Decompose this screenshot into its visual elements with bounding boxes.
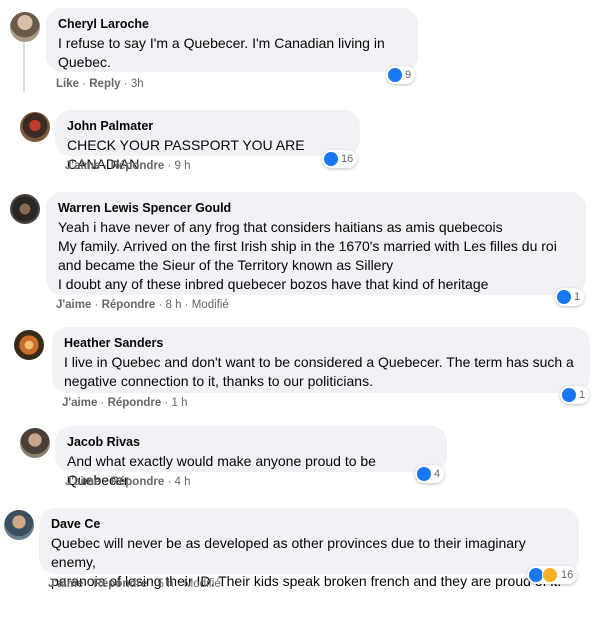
- reply-button[interactable]: Reply: [89, 78, 120, 90]
- comment-bubble: John Palmater CHECK YOUR PASSPORT YOU AR…: [55, 110, 360, 172]
- commenter-name[interactable]: Jacob Rivas: [67, 434, 435, 450]
- comment-actions: J'aime · Répondre · 9 h: [65, 160, 191, 172]
- reaction-summary[interactable]: 16: [527, 566, 578, 584]
- timestamp[interactable]: 5 h: [157, 578, 173, 590]
- reply-button[interactable]: Répondre: [102, 299, 156, 311]
- comment-actions: Like · Reply · 3h: [56, 78, 144, 90]
- like-button[interactable]: J'aime: [48, 578, 83, 590]
- commenter-name[interactable]: Dave Ce: [51, 516, 567, 532]
- edited-label[interactable]: Modifié: [192, 299, 229, 311]
- comment-text: I refuse to say I'm a Quebecer. I'm Cana…: [58, 35, 385, 70]
- comment-actions: J'aime · Répondre · 8 h · Modifié: [56, 299, 229, 311]
- comment-bubble: Jacob Rivas And what exactly would make …: [55, 426, 447, 488]
- reply-button[interactable]: Répondre: [108, 397, 162, 409]
- like-icon: [557, 290, 571, 304]
- comment-text: I live in Quebec and don't want to be co…: [64, 354, 574, 389]
- commenter-name[interactable]: John Palmater: [67, 118, 348, 134]
- reaction-summary[interactable]: 1: [560, 386, 590, 404]
- comment-bubble: Heather Sanders I live in Quebec and don…: [52, 327, 590, 393]
- like-button[interactable]: J'aime: [62, 397, 97, 409]
- timestamp[interactable]: 8 h: [165, 299, 181, 311]
- reply-button[interactable]: Répondre: [111, 476, 165, 488]
- like-button[interactable]: J'aime: [65, 160, 100, 172]
- reaction-summary[interactable]: 4: [415, 465, 445, 483]
- comment-bubble: Warren Lewis Spencer Gould Yeah i have n…: [46, 192, 586, 295]
- comment-bubble: Cheryl Laroche I refuse to say I'm a Que…: [46, 8, 418, 72]
- timestamp[interactable]: 9 h: [174, 160, 190, 172]
- like-button[interactable]: Like: [56, 78, 79, 90]
- reaction-summary[interactable]: 1: [555, 288, 585, 306]
- thread-line: [23, 40, 25, 92]
- avatar[interactable]: [4, 510, 34, 540]
- like-icon: [529, 568, 543, 582]
- comment-bubble: Dave Ce Quebec will never be as develope…: [39, 508, 579, 589]
- commenter-name[interactable]: Heather Sanders: [64, 335, 578, 351]
- reaction-summary[interactable]: 16: [322, 150, 358, 168]
- commenter-name[interactable]: Cheryl Laroche: [58, 16, 406, 32]
- like-icon: [562, 388, 576, 402]
- commenter-name[interactable]: Warren Lewis Spencer Gould: [58, 200, 574, 216]
- comment-actions: J'aime · Répondre · 4 h: [65, 476, 191, 488]
- reaction-summary[interactable]: 9: [386, 66, 416, 84]
- edited-label[interactable]: Modifié: [184, 578, 221, 590]
- like-icon: [417, 467, 431, 481]
- like-icon: [324, 152, 338, 166]
- avatar[interactable]: [10, 194, 40, 224]
- timestamp[interactable]: 1 h: [171, 397, 187, 409]
- comment-text: Yeah i have never of any frog that consi…: [58, 219, 557, 292]
- haha-icon: [542, 567, 558, 583]
- reply-button[interactable]: Répondre: [94, 578, 148, 590]
- timestamp[interactable]: 3h: [131, 78, 144, 90]
- like-button[interactable]: J'aime: [56, 299, 91, 311]
- avatar[interactable]: [20, 112, 50, 142]
- avatar[interactable]: [14, 330, 44, 360]
- comment-actions: J'aime · Répondre · 1 h: [62, 397, 188, 409]
- like-button[interactable]: J'aime: [65, 476, 100, 488]
- avatar[interactable]: [20, 428, 50, 458]
- reply-button[interactable]: Répondre: [111, 160, 165, 172]
- like-icon: [388, 68, 402, 82]
- comment-actions: J'aime · Répondre · 5 h · Modifié: [48, 578, 221, 590]
- timestamp[interactable]: 4 h: [174, 476, 190, 488]
- avatar[interactable]: [10, 12, 40, 42]
